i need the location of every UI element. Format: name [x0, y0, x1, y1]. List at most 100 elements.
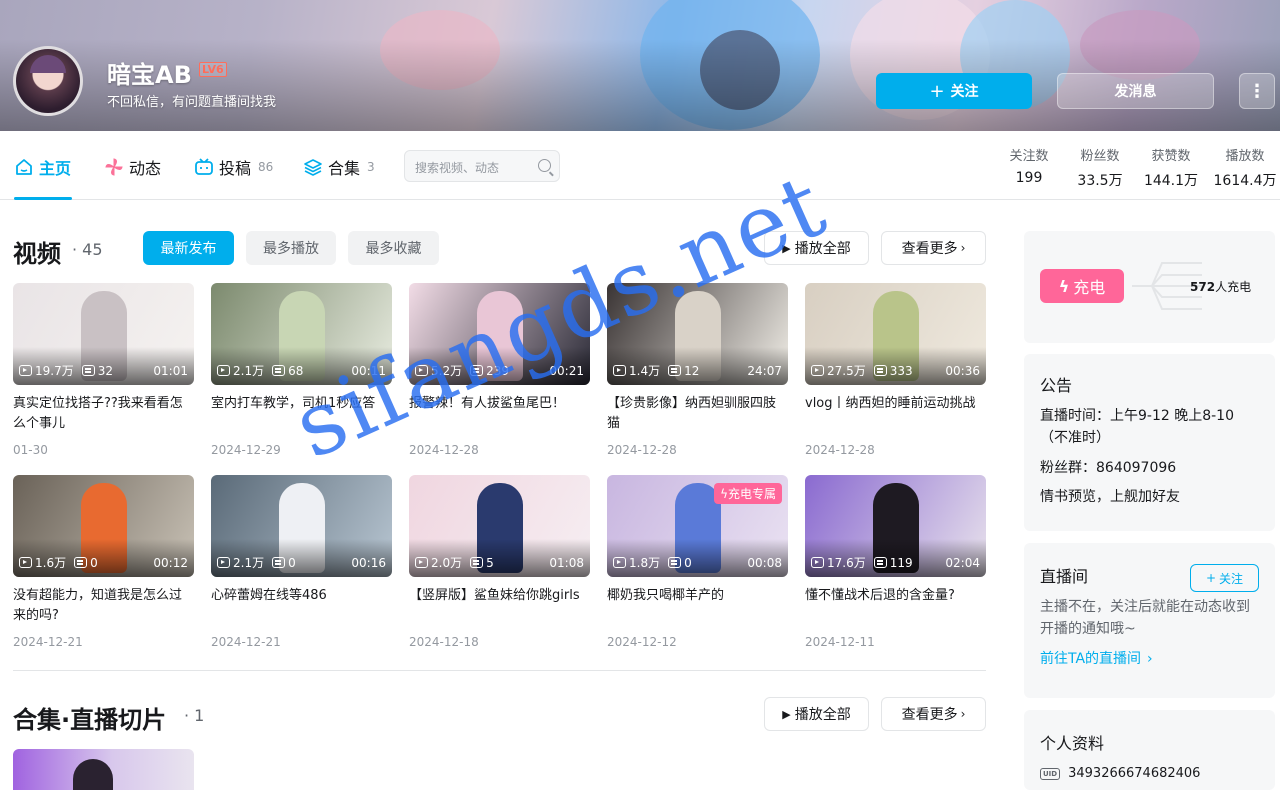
profile-banner — [0, 0, 1280, 131]
video-card[interactable]: 2.1万 0 00:16 心碎蕾姆在线等486 2024-12-21 — [211, 475, 392, 649]
video-stats: 2.0万 5 01:08 — [415, 554, 584, 571]
charge-label: 充电 — [1073, 278, 1106, 297]
video-title[interactable]: 室内打车教学，司机1秒应答 — [211, 394, 392, 434]
danmaku-count: 5 — [486, 555, 494, 570]
video-title[interactable]: 【竖屏版】鲨鱼妹给你跳girls — [409, 586, 590, 626]
video-title[interactable]: vlog丨纳西妲的睡前运动挑战 — [805, 394, 986, 434]
tab-home[interactable]: 主页 — [14, 155, 71, 179]
filter-most-favorited[interactable]: 最多收藏 — [348, 231, 439, 265]
danmaku-count: 68 — [288, 363, 304, 378]
video-stats: 1.8万 0 00:08 — [613, 554, 782, 571]
video-title[interactable]: 没有超能力，知道我是怎么过来的吗? — [13, 586, 194, 626]
play-count-icon — [19, 557, 32, 568]
see-more-label: 查看更多 — [901, 241, 958, 257]
avatar[interactable] — [13, 46, 83, 116]
notice-line: 情书预览，上舰加好友 — [1040, 489, 1180, 505]
play-count: 1.4万 — [629, 364, 661, 378]
follow-label: 关注 — [950, 84, 979, 100]
video-duration: 02:04 — [945, 555, 980, 570]
tab-count: 86 — [258, 160, 274, 174]
live-text: 主播不在，关注后就能在动态收到开播的通知哦~ — [1040, 599, 1250, 637]
play-count-icon — [811, 557, 824, 568]
message-button[interactable]: 发消息 — [1057, 73, 1214, 109]
filter-latest[interactable]: 最新发布 — [143, 231, 234, 265]
video-title[interactable]: 椰奶我只喝椰羊产的 — [607, 586, 788, 626]
video-card[interactable]: 2.1万 68 00:11 室内打车教学，司机1秒应答 2024-12-29 — [211, 283, 392, 457]
active-tab-indicator — [14, 197, 72, 200]
danmaku-icon — [272, 365, 286, 376]
tab-collections[interactable]: 合集 3 — [303, 155, 375, 179]
tab-dynamic[interactable]: 动态 — [104, 155, 161, 179]
tab-count: 3 — [367, 160, 375, 174]
video-title[interactable]: 懂不懂战术后退的含金量? — [805, 586, 986, 626]
search-input[interactable]: 搜索视频、动态 — [404, 150, 560, 182]
tab-label: 动态 — [129, 159, 162, 178]
stat-label: 粉丝数 — [1080, 149, 1120, 164]
video-card[interactable]: 19.7万 32 01:01 真实定位找搭子??我来看看怎么个事儿 01-30 — [13, 283, 194, 457]
video-stats: 2.1万 68 00:11 — [217, 362, 386, 379]
video-card[interactable]: 27.5万 333 00:36 vlog丨纳西妲的睡前运动挑战 2024-12-28 — [805, 283, 986, 457]
tab-label: 投稿 — [219, 159, 252, 178]
video-card[interactable]: 17.6万 119 02:04 懂不懂战术后退的含金量? 2024-12-11 — [805, 475, 986, 649]
video-date: 2024-12-12 — [607, 635, 677, 649]
info-panel: 个人资料 UID 3493266674682406 — [1024, 710, 1275, 790]
plus-icon: + — [1205, 571, 1217, 585]
follow-button[interactable]: + 关注 — [876, 73, 1032, 109]
tab-uploads[interactable]: 投稿 86 — [194, 155, 273, 179]
play-count-icon — [811, 365, 824, 376]
video-thumbnail[interactable]: 2.1万 0 00:16 — [211, 475, 392, 577]
collection-thumbnail-figure — [73, 759, 113, 790]
search-icon[interactable] — [538, 159, 551, 172]
play-icon: ▶ — [782, 241, 791, 255]
layers-icon — [304, 159, 322, 176]
video-duration: 01:08 — [549, 555, 584, 570]
video-thumbnail[interactable]: 19.7万 32 01:01 — [13, 283, 194, 385]
filter-most-played[interactable]: 最多播放 — [246, 231, 336, 265]
video-thumbnail[interactable]: 5.2万 239 00:21 — [409, 283, 590, 385]
video-title[interactable]: 真实定位找搭子??我来看看怎么个事儿 — [13, 394, 194, 434]
video-thumbnail[interactable]: 1.4万 12 24:07 — [607, 283, 788, 385]
danmaku-icon — [272, 557, 286, 568]
username: 暗宝AB — [107, 61, 192, 89]
video-title[interactable]: 报警辣！有人拔鲨鱼尾巴！ — [409, 394, 590, 434]
live-room-link[interactable]: 前往TA的直播间 › — [1040, 648, 1259, 668]
collections-title: 合集·直播切片 — [13, 706, 167, 734]
collections-play-all-button[interactable]: ▶ 播放全部 — [764, 697, 869, 731]
video-duration: 24:07 — [747, 363, 782, 378]
video-duration: 00:21 — [549, 363, 584, 378]
video-thumbnail[interactable]: 17.6万 119 02:04 — [805, 475, 986, 577]
collection-thumbnail[interactable] — [13, 749, 194, 790]
danmaku-icon — [74, 557, 88, 568]
video-thumbnail[interactable]: ϟ充电专属 1.8万 0 00:08 — [607, 475, 788, 577]
video-date: 2024-12-11 — [805, 635, 875, 649]
play-all-button[interactable]: ▶ 播放全部 — [764, 231, 869, 265]
live-follow-button[interactable]: + 关注 — [1190, 564, 1259, 592]
video-card[interactable]: 5.2万 239 00:21 报警辣！有人拔鲨鱼尾巴！ 2024-12-28 — [409, 283, 590, 457]
stat-following[interactable]: 关注数 199 — [1007, 145, 1051, 186]
video-thumbnail[interactable]: 2.1万 68 00:11 — [211, 283, 392, 385]
video-title[interactable]: 心碎蕾姆在线等486 — [211, 586, 392, 626]
charge-button[interactable]: ϟ 充电 — [1040, 269, 1124, 303]
video-date: 01-30 — [13, 443, 48, 457]
collections-see-more-button[interactable]: 查看更多 › — [881, 697, 986, 731]
stat-value: 33.5万 — [1077, 173, 1123, 189]
video-title[interactable]: 【珍贵影像】纳西妲驯服四肢猫 — [607, 394, 788, 434]
video-card[interactable]: 2.0万 5 01:08 【竖屏版】鲨鱼妹给你跳girls 2024-12-18 — [409, 475, 590, 649]
see-more-button[interactable]: 查看更多 › — [881, 231, 986, 265]
badge-label: 充电专属 — [727, 487, 776, 501]
video-stats: 1.6万 0 00:12 — [19, 554, 188, 571]
video-thumbnail[interactable]: 27.5万 333 00:36 — [805, 283, 986, 385]
video-card[interactable]: 1.4万 12 24:07 【珍贵影像】纳西妲驯服四肢猫 2024-12-28 — [607, 283, 788, 457]
video-card[interactable]: ϟ充电专属 1.8万 0 00:08 椰奶我只喝椰羊产的 2024-12-12 — [607, 475, 788, 649]
video-date: 2024-12-18 — [409, 635, 479, 649]
video-thumbnail[interactable]: 1.6万 0 00:12 — [13, 475, 194, 577]
stat-fans[interactable]: 粉丝数 33.5万 — [1072, 145, 1128, 190]
video-thumbnail[interactable]: 2.0万 5 01:08 — [409, 475, 590, 577]
danmaku-count: 333 — [889, 363, 913, 378]
play-count: 2.0万 — [431, 556, 463, 570]
tab-label: 合集 — [328, 159, 361, 178]
signature: 不回私信，有问题直播间找我 — [107, 95, 277, 110]
more-options-button[interactable]: ⋮ — [1239, 73, 1275, 109]
video-card[interactable]: 1.6万 0 00:12 没有超能力，知道我是怎么过来的吗? 2024-12-21 — [13, 475, 194, 649]
play-count-icon — [415, 557, 428, 568]
